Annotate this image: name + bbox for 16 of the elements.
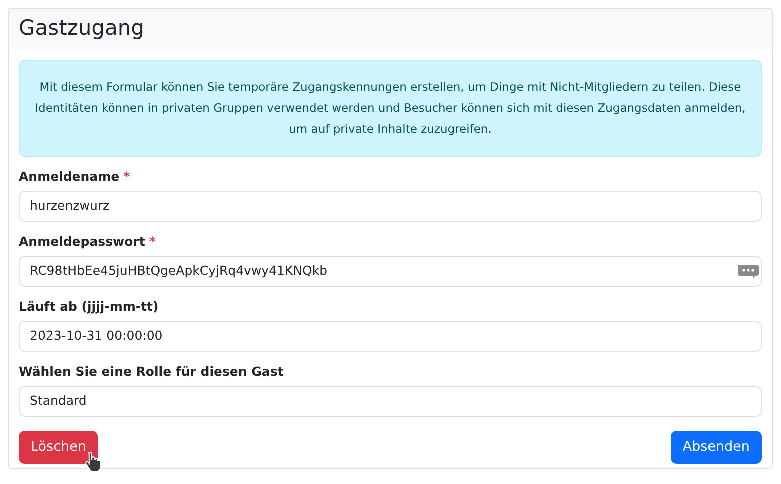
info-alert: Mit diesem Formular können Sie temporäre Zugangskennungen erstellen, um Dinge mit Nicht-Mitgliedern zu teilen. Diese Identitäten können in privaten Gruppen verwendet werden und Besucher können sich mit diesen Zugangsdaten anmelden, um auf private Inhalte zuzugreifen. [19, 60, 762, 157]
input-field[interactable]: 2023-10-31 00:00:00 [19, 321, 762, 352]
delete-button[interactable]: Löschen [19, 431, 98, 464]
field-label: Anmeldepasswort [19, 232, 146, 251]
field-label: Läuft ab (jjjj-mm-tt) [19, 298, 159, 316]
password-manager-icon[interactable] [738, 265, 759, 279]
field-label: Wählen Sie eine Rolle für diesen Gast [19, 362, 284, 381]
input-field[interactable]: hurzenzwurz [19, 191, 762, 222]
required-mark: * [124, 168, 130, 186]
input-field[interactable]: RC98tHbEe45juHBtQgeApkCyjRq4vwy41KNQkb [19, 256, 762, 287]
hand-cursor-icon [85, 451, 103, 473]
required-mark: * [149, 232, 156, 251]
card-title: Gastzugang [19, 15, 144, 42]
submit-button[interactable]: Absenden [670, 431, 762, 464]
field-label: Anmeldename [19, 168, 120, 186]
input-field[interactable]: Standard [19, 386, 762, 417]
